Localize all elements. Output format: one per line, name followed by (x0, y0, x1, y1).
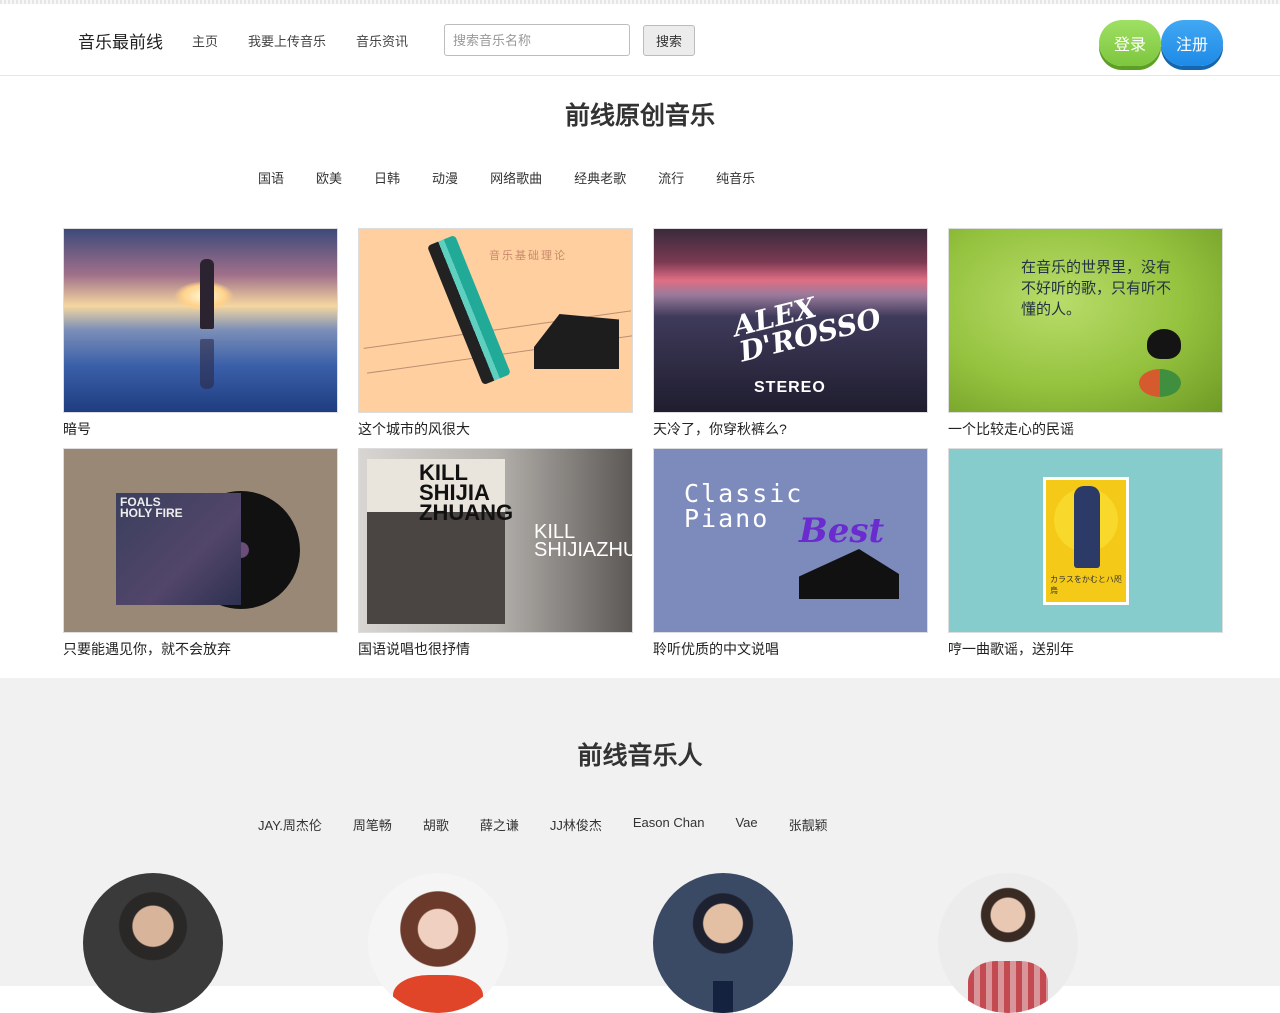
card-caption[interactable]: 天冷了，你穿秋裤么? (653, 419, 928, 439)
login-button[interactable]: 登录 (1099, 20, 1161, 66)
artist-avatar[interactable] (368, 873, 508, 1013)
cover-image[interactable]: KILL SHIJIA ZHUANG KILL SHIJIAZHUANG (358, 448, 633, 633)
artists-title: 前线音乐人 (577, 742, 703, 770)
nav-home[interactable]: 主页 (192, 31, 218, 50)
category-pop[interactable]: 流行 (658, 168, 684, 187)
site-header: 音乐最前线 主页 我要上传音乐 音乐资讯 搜索 登录 注册 (0, 4, 1280, 76)
cover-subtext: Best (799, 511, 885, 551)
category-classics[interactable]: 经典老歌 (574, 168, 626, 187)
cover-image[interactable]: 音乐基础理论 (358, 228, 633, 413)
cover-image[interactable]: カラスをかむとハ咫烏 (948, 448, 1223, 633)
cover-subtext: KILL SHIJIAZHUANG (534, 521, 632, 561)
piano-illustration (799, 549, 899, 599)
artist-link[interactable]: 周笔畅 (353, 815, 392, 834)
cover-subtext: STEREO (754, 379, 826, 396)
cover-image[interactable]: 在音乐的世界里，没有不好听的歌，只有听不懂的人。 (948, 228, 1223, 413)
music-card[interactable]: カラスをかむとハ咫烏 哼一曲歌谣，送别年 (948, 448, 1223, 659)
originals-categories: 国语 欧美 日韩 动漫 网络歌曲 经典老歌 流行 纯音乐 (258, 168, 755, 187)
category-anime[interactable]: 动漫 (432, 168, 458, 187)
music-card[interactable]: ALEX D'ROSSO STEREO 天冷了，你穿秋裤么? (653, 228, 928, 439)
card-caption[interactable]: 一个比较走心的民谣 (948, 419, 1223, 439)
cat-illustration (1147, 329, 1181, 359)
cover-text: 在音乐的世界里，没有不好听的歌，只有听不懂的人。 (1021, 258, 1172, 318)
originals-title: 前线原创音乐 (564, 102, 715, 130)
cover-text: 音乐基础理论 (489, 250, 567, 262)
cover-text: カラスをかむとハ咫烏 (1050, 575, 1122, 595)
cover-image[interactable]: FOALS HOLY FIRE (63, 448, 338, 633)
artist-link[interactable]: 张靓颖 (789, 815, 828, 834)
site-brand[interactable]: 音乐最前线 (78, 28, 163, 53)
nav-upload-music[interactable]: 我要上传音乐 (248, 31, 326, 50)
artist-link[interactable]: 胡歌 (423, 815, 449, 834)
artist-link[interactable]: Eason Chan (633, 815, 705, 834)
category-instrumental[interactable]: 纯音乐 (716, 168, 755, 187)
category-western[interactable]: 欧美 (316, 168, 342, 187)
artist-link[interactable]: 薛之谦 (480, 815, 519, 834)
music-card[interactable]: 音乐基础理论 这个城市的风很大 (358, 228, 633, 439)
music-card[interactable]: Classic Piano Best 聆听优质的中文说唱 (653, 448, 928, 659)
artist-avatar[interactable] (83, 873, 223, 1013)
music-card[interactable]: FOALS HOLY FIRE 只要能遇见你，就不会放弃 (63, 448, 338, 659)
card-caption[interactable]: 哼一曲歌谣，送别年 (948, 639, 1223, 659)
category-internet[interactable]: 网络歌曲 (490, 168, 542, 187)
card-caption[interactable]: 只要能遇见你，就不会放弃 (63, 639, 338, 659)
cover-text: KILL SHIJIA ZHUANG (419, 460, 514, 525)
music-card[interactable]: KILL SHIJIA ZHUANG KILL SHIJIAZHUANG 国语说… (358, 448, 633, 659)
card-caption[interactable]: 暗号 (63, 419, 338, 439)
artist-avatar[interactable] (653, 873, 793, 1013)
category-jpkr[interactable]: 日韩 (374, 168, 400, 187)
register-button[interactable]: 注册 (1161, 20, 1223, 66)
samurai-illustration (1074, 486, 1100, 568)
artist-link[interactable]: JJ林俊杰 (550, 815, 602, 834)
cover-text: FOALS HOLY FIRE (120, 495, 183, 520)
card-caption[interactable]: 这个城市的风很大 (358, 419, 633, 439)
artist-avatar[interactable] (938, 873, 1078, 1013)
card-caption[interactable]: 聆听优质的中文说唱 (653, 639, 928, 659)
search-button[interactable]: 搜索 (643, 25, 695, 56)
cover-image[interactable] (63, 228, 338, 413)
artists-list: JAY.周杰伦 周笔畅 胡歌 薛之谦 JJ林俊杰 Eason Chan Vae … (258, 815, 828, 834)
card-caption[interactable]: 国语说唱也很抒情 (358, 639, 633, 659)
music-card[interactable]: 在音乐的世界里，没有不好听的歌，只有听不懂的人。 一个比较走心的民谣 (948, 228, 1223, 439)
drum-illustration (1139, 369, 1181, 397)
artist-link[interactable]: Vae (735, 815, 757, 834)
search-input[interactable] (444, 24, 630, 56)
artist-link[interactable]: JAY.周杰伦 (258, 815, 322, 834)
music-card[interactable]: 暗号 (63, 228, 338, 439)
cover-image[interactable]: ALEX D'ROSSO STEREO (653, 228, 928, 413)
cover-image[interactable]: Classic Piano Best (653, 448, 928, 633)
nav-music-news[interactable]: 音乐资讯 (356, 31, 408, 50)
category-mandarin[interactable]: 国语 (258, 168, 284, 187)
cover-text: ALEX D'ROSSO (729, 290, 885, 369)
